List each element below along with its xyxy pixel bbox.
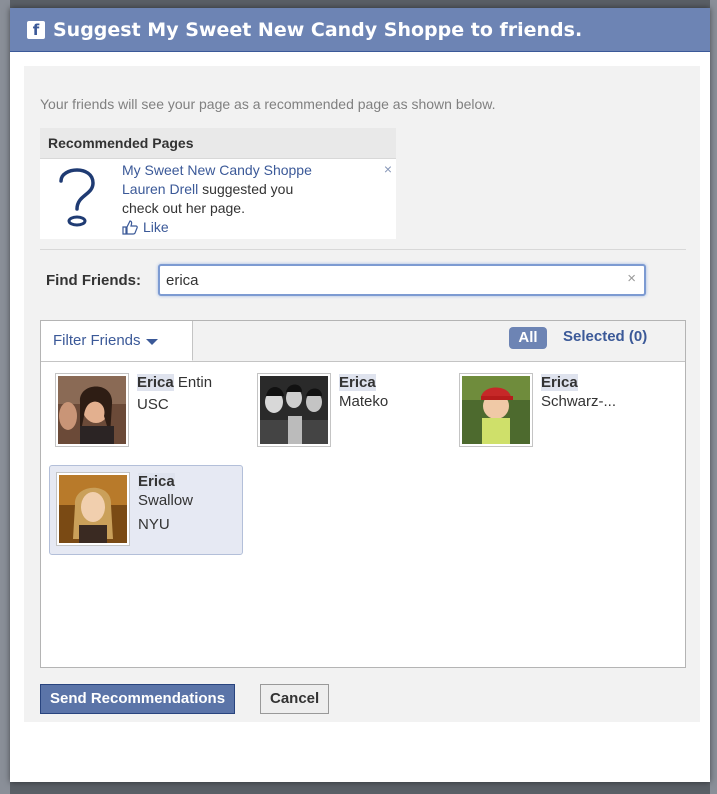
friend-item[interactable]: Erica Mateko <box>251 367 441 455</box>
friend-network: NYU <box>138 516 170 533</box>
backdrop-left <box>0 0 10 794</box>
friend-item[interactable]: Erica Swallow NYU <box>49 465 243 555</box>
avatar <box>56 472 130 546</box>
recommended-page-text: My Sweet New Candy Shoppe Lauren Drell s… <box>122 161 372 237</box>
close-icon[interactable]: × <box>384 161 392 177</box>
tab-all[interactable]: All <box>509 327 547 349</box>
recommended-page-item: My Sweet New Candy Shoppe Lauren Drell s… <box>40 159 396 239</box>
avatar <box>459 373 533 447</box>
suggest-text-1: suggested you <box>202 181 294 197</box>
find-friends-field: × <box>158 264 646 296</box>
dialog-titlebar: f Suggest My Sweet New Candy Shoppe to f… <box>10 8 710 52</box>
clear-search-icon[interactable]: × <box>627 270 636 287</box>
recommended-pages-preview: Recommended Pages My Sweet New Candy Sho… <box>40 128 396 239</box>
dialog-content: Your friends will see your page as a rec… <box>24 66 700 722</box>
friend-name: Erica Entin <box>137 374 213 391</box>
suggest-text-2: check out her page. <box>122 200 245 216</box>
tab-selected[interactable]: Selected (0) <box>563 328 647 345</box>
suggester-link[interactable]: Lauren Drell <box>122 181 198 197</box>
divider <box>40 249 686 250</box>
friend-selector: Filter Friends All Selected (0) Erica En… <box>40 320 686 668</box>
cancel-button[interactable]: Cancel <box>260 684 330 714</box>
send-recommendations-button[interactable]: Send Recommendations <box>40 684 236 714</box>
filter-friends-label: Filter Friends <box>53 332 141 349</box>
recommended-pages-header: Recommended Pages <box>40 128 396 159</box>
find-friends-label: Find Friends: <box>46 272 141 289</box>
facebook-f-icon: f <box>27 20 45 39</box>
friend-item[interactable]: Erica Schwarz-... <box>453 367 643 455</box>
intro-text: Your friends will see your page as a rec… <box>40 96 496 112</box>
thumbs-up-icon <box>122 220 138 235</box>
friend-name: Erica Mateko <box>339 374 389 410</box>
backdrop-right <box>710 0 717 794</box>
suggest-dialog: f Suggest My Sweet New Candy Shoppe to f… <box>10 8 710 782</box>
avatar <box>55 373 129 447</box>
page-name-link[interactable]: My Sweet New Candy Shoppe <box>122 162 312 178</box>
find-friends-input[interactable] <box>166 270 606 290</box>
friend-item[interactable]: Erica Entin USC <box>49 367 239 455</box>
friend-network: USC <box>137 396 169 413</box>
like-label: Like <box>143 219 169 235</box>
dialog-title: Suggest My Sweet New Candy Shoppe to fri… <box>53 18 583 41</box>
friend-name: Erica Schwarz-... <box>541 374 617 410</box>
chevron-down-icon <box>145 338 158 345</box>
like-link[interactable]: Like <box>122 218 372 237</box>
friend-selector-toolbar: Filter Friends All Selected (0) <box>41 321 685 362</box>
question-mark-icon <box>40 159 114 233</box>
avatar <box>257 373 331 447</box>
filter-friends-dropdown[interactable]: Filter Friends <box>41 321 193 361</box>
friend-name: Erica Swallow <box>138 473 194 509</box>
